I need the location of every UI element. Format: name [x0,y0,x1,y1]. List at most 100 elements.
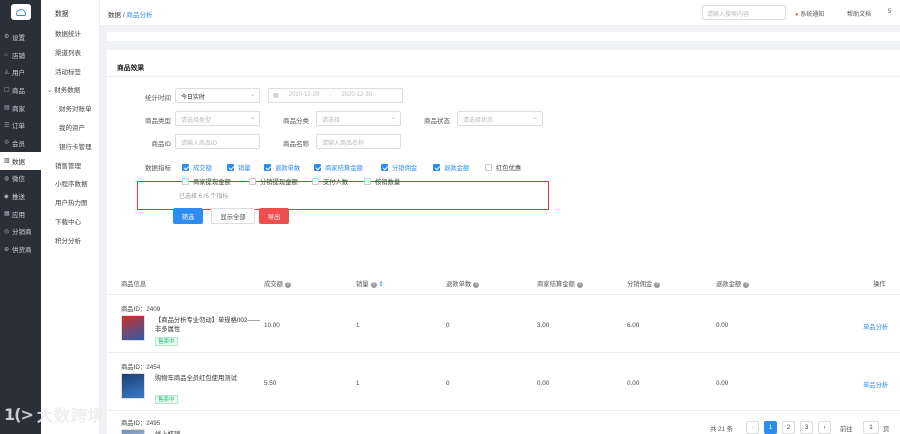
help-icon: ? [284,282,291,288]
goods-id-input[interactable]: 请输入商品ID [175,134,260,149]
goods-id-prefix: 商品ID： [121,420,147,427]
metrics-label: 数据指标 [145,165,171,172]
next-page-button[interactable]: › [818,421,831,434]
sidebar-item[interactable]: ⊕ 供货商 [0,240,41,258]
metric-label: 分销提现金额 [260,179,298,186]
gear-icon: ⚙ [4,34,10,41]
goods-analysis-link[interactable]: 单品分析 [863,322,888,331]
subnav-item[interactable]: 销售管理 [41,158,99,177]
filter-button[interactable]: 筛选 [173,208,203,224]
sidebar-item-label: 设置 [12,34,25,42]
subnav-item[interactable]: 银行卡管理 [41,139,99,158]
table-header-label: 成交额 [264,281,283,288]
sidebar-item-label: 供货商 [12,247,32,255]
sidebar-item[interactable]: ♙ 用户 [0,63,41,81]
metric-checkbox[interactable]: 分销佣金 [381,163,417,172]
page-jump-input[interactable]: 1 [863,421,879,434]
sidebar-item-label: 用户 [12,70,25,78]
panel-title: 商品效果 [117,65,145,72]
prev-page-button[interactable]: ‹ [746,421,759,434]
metric-checkbox[interactable]: 商家提现金额 [182,177,231,186]
subnav-item[interactable]: 财务对账单 [41,101,99,120]
metric-checkbox[interactable]: 核销数量 [364,177,400,186]
metric-checkbox[interactable]: 销量 [227,163,251,172]
metric-checkbox[interactable]: 支付人数 [312,177,348,186]
sidebar-item[interactable]: ☰ 订单 [0,116,41,134]
goods-thumbnail[interactable] [121,315,145,341]
watermark: 1(> 大数跨境 [4,402,105,426]
promote-icon: ◆ [4,193,9,200]
goods-analysis-link[interactable]: 单品分析 [863,380,888,389]
secondary-sidebar: 数据 数据统计 渠道列表 活动标签 ⌄ 财务数据 财务对账单 我的资产 银行卡管理 销售管理小… [41,0,100,434]
subnav-item[interactable]: 小程序数据 [41,176,99,195]
subnav-item[interactable]: 活动标签 [41,64,99,83]
page-button[interactable]: 2 [782,421,795,434]
table-header-cell: 销量? ⇕ [356,279,384,288]
table-header-cell: 退款单数? [446,279,480,288]
status-select[interactable]: 请选择状态 ⌄ [457,111,543,126]
top-bar: 数据 / 商品分析 请输入搜索内容 ● 系统通知 帮助文档 5 [100,0,900,26]
sidebar-item[interactable]: ◆ 推送 [0,187,41,205]
watermark-mark: 1(> [4,404,34,424]
global-search-input[interactable]: 请输入搜索内容 [702,5,786,20]
page-button[interactable]: 3 [800,421,813,434]
sidebar-item[interactable]: ◍ 微信 [0,170,41,188]
sidebar-item[interactable]: ▥ 数据 [0,151,41,170]
table-cell: 0 [446,380,450,387]
checkbox-box [227,164,234,171]
subnav-item[interactable]: 数据统计 [41,26,99,45]
time-select[interactable]: 今日实时 ⌄ [175,88,260,103]
metric-checkbox[interactable]: 退款金额 [433,163,469,172]
status-badge: 售卖中 [155,395,178,404]
category-select[interactable]: 请选择 ⌄ [316,111,401,126]
table-header-cell: 分销佣金? [627,279,661,288]
sidebar-item[interactable]: ⌂ 店铺 [0,46,41,64]
goods-thumbnail[interactable] [121,429,145,434]
metric-checkbox[interactable]: 成交额 [182,163,212,172]
metric-checkbox[interactable]: 红包优惠 [485,163,521,172]
subnav-item[interactable]: 积分分析 [41,233,99,252]
system-notify-link[interactable]: ● 系统通知 [795,9,824,18]
goods-name[interactable]: 线上核销 [155,430,265,434]
user-menu[interactable]: 5 [888,9,891,15]
sidebar-item-label: 推送 [12,194,25,202]
export-button[interactable]: 导出 [259,208,289,224]
sidebar-item-label: 会员 [12,140,25,148]
subnav-item[interactable]: 我的资产 [41,120,99,139]
sidebar-item[interactable]: ◎ 分销商 [0,223,41,241]
sidebar-item[interactable]: ⚙ 设置 [0,28,41,46]
help-docs-link[interactable]: 帮助文档 [847,9,871,18]
breadcrumb-root[interactable]: 数据 [108,12,121,19]
metric-label: 红包优惠 [496,165,522,172]
subnav-item[interactable]: 用户热力图 [41,195,99,214]
checkbox-box [264,164,271,171]
goods-id-value: 2409 [146,306,161,313]
type-select[interactable]: 请选择类型 ⌄ [175,111,260,126]
sidebar-item-label: 数据 [12,158,25,166]
show-all-button[interactable]: 显示全部 [211,208,255,224]
metric-checkbox[interactable]: 分销提现金额 [249,177,298,186]
goods-thumbnail[interactable] [121,373,145,399]
subnav-item[interactable]: 下载中心 [41,214,99,233]
goods-name-input[interactable]: 请输入商品名称 [316,134,401,149]
sort-icon[interactable]: ⇕ [377,281,383,288]
help-icon: ? [654,282,661,288]
metric-checkbox[interactable]: 商家结算金额 [314,163,363,172]
subnav-item-label: 小程序数据 [55,181,88,189]
subnav-item[interactable]: ⌄ 财务数据 [41,82,99,101]
sidebar-item[interactable]: ▦ 应用 [0,205,41,223]
table-cell: 3.00 [537,322,550,329]
metric-checkbox[interactable]: 退款单数 [264,163,300,172]
page-button[interactable]: 1 [764,421,777,434]
subnav-item[interactable]: 渠道列表 [41,45,99,64]
goods-name[interactable]: 购物车商品全员红包使用测试 [155,374,265,383]
date-range-picker[interactable]: ▦ 2020-12-29 - 2020-12-30 [268,88,403,103]
sidebar-item[interactable]: ▤ 商家 [0,99,41,117]
sidebar-item[interactable]: ♔ 会员 [0,134,41,152]
table-cell: 0.00 [537,380,550,387]
calendar-icon: ▦ [273,93,279,99]
table-cell: 0.00 [716,322,729,329]
id-label: 商品ID [151,141,172,148]
sidebar-item[interactable]: ▢ 商品 [0,81,41,99]
goods-name[interactable]: 【商品分析专业勿动】单规格002——非多属性 [155,316,265,334]
